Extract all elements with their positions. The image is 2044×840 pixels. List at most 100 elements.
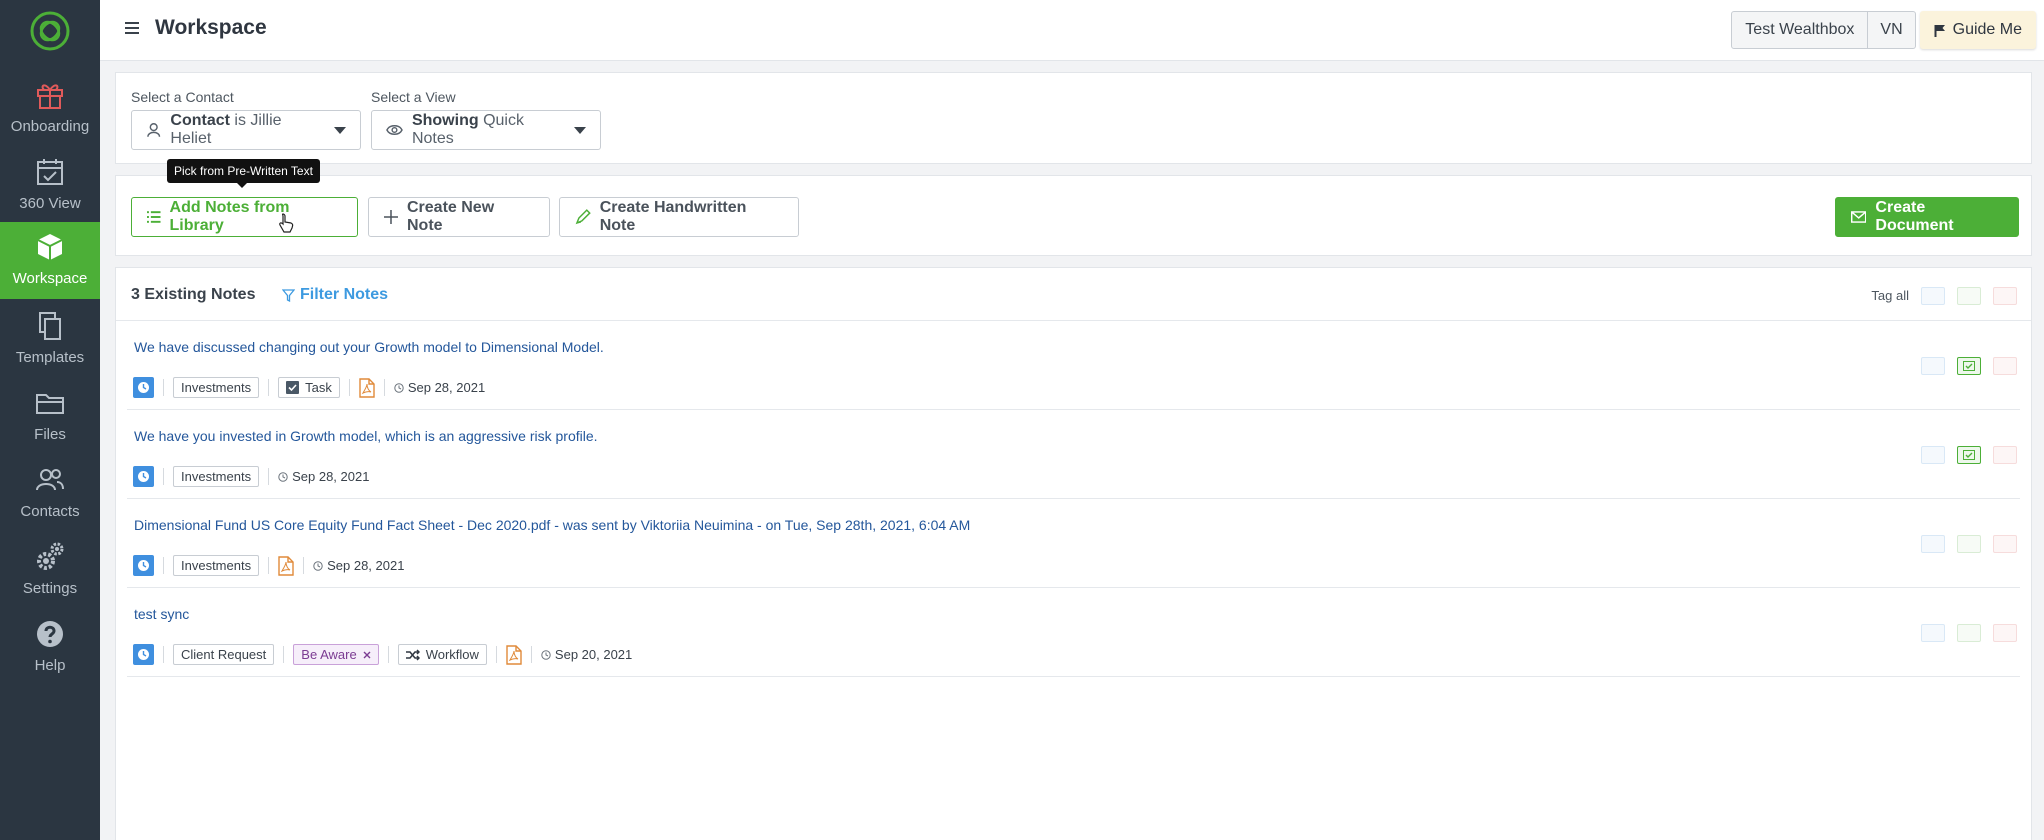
note-red-checkbox[interactable] <box>1993 446 2017 464</box>
pdf-file-icon[interactable] <box>278 555 294 576</box>
chevron-down-icon <box>334 126 346 134</box>
sidebar-item-label: Templates <box>15 349 85 366</box>
note-date: Sep 28, 2021 <box>394 380 485 395</box>
create-document-label: Create Document <box>1875 199 1954 234</box>
chevron-down-icon <box>574 126 586 134</box>
checkbox-checked-icon <box>286 381 300 394</box>
category-tag[interactable]: Investments <box>173 377 260 398</box>
note-title[interactable]: We have discussed changing out your Grow… <box>134 339 604 355</box>
sidebar-item-label: Help <box>34 657 66 674</box>
user-icon <box>147 123 161 137</box>
note-row[interactable]: We have you invested in Growth model, wh… <box>116 410 2031 499</box>
note-green-checkbox-checked[interactable] <box>1957 357 1981 375</box>
tag-all-blue-checkbox[interactable] <box>1921 287 1945 305</box>
note-blue-checkbox[interactable] <box>1921 357 1945 375</box>
sidebar-item-label: Contacts <box>20 503 80 520</box>
task-label: Task <box>305 380 332 395</box>
actions-panel: Add Notes from Library Create New Note C… <box>115 175 2032 256</box>
tag-all-green-checkbox[interactable] <box>1957 287 1981 305</box>
contact-select[interactable]: Contact is Jillie Heliet <box>131 110 361 150</box>
clock-icon <box>133 466 154 487</box>
add-notes-from-library-button[interactable]: Add Notes from Library <box>131 197 358 237</box>
note-red-checkbox[interactable] <box>1993 624 2017 642</box>
notes-panel: 3 Existing Notes Filter Notes Tag all We… <box>115 267 2032 840</box>
view-select-prefix: Showing <box>411 112 479 129</box>
note-title[interactable]: Dimensional Fund US Core Equity Fund Fac… <box>134 517 970 533</box>
gift-icon <box>33 78 67 112</box>
note-title[interactable]: test sync <box>134 606 189 622</box>
clock-small-icon <box>278 471 288 482</box>
note-green-checkbox-checked[interactable] <box>1957 446 1981 464</box>
notes-count: 3 Existing Notes <box>131 286 256 303</box>
note-blue-checkbox[interactable] <box>1921 446 1945 464</box>
contact-select-prefix: Contact <box>170 112 230 129</box>
eye-icon <box>386 125 403 135</box>
copy-icon <box>33 309 67 343</box>
view-select-label: Select a View <box>371 89 456 105</box>
note-date: Sep 28, 2021 <box>313 558 404 573</box>
note-row[interactable]: test sync Client Request Be Aware Workfl… <box>116 588 2031 677</box>
filter-notes-button[interactable]: Filter Notes <box>282 286 388 304</box>
clock-icon <box>133 555 154 576</box>
category-tag[interactable]: Investments <box>173 555 260 576</box>
pdf-file-icon[interactable] <box>359 377 375 398</box>
note-green-checkbox[interactable] <box>1957 624 1981 642</box>
sidebar-item-360-view[interactable]: 360 View <box>0 147 100 224</box>
pen-icon <box>575 209 591 225</box>
create-handwritten-note-label: Create Handwritten Note <box>599 199 747 234</box>
guide-me-button[interactable]: Guide Me <box>1919 11 2036 49</box>
sidebar-item-help[interactable]: Help <box>0 609 100 686</box>
menu-icon[interactable] <box>124 20 140 36</box>
note-title[interactable]: We have you invested in Growth model, wh… <box>134 428 598 444</box>
filter-panel: Select a Contact Contact is Jillie Helie… <box>115 72 2032 164</box>
create-new-note-label: Create New Note <box>406 199 495 234</box>
note-date: Sep 28, 2021 <box>278 469 369 484</box>
create-handwritten-note-button[interactable]: Create Handwritten Note <box>559 197 799 237</box>
clock-small-icon <box>394 382 404 393</box>
close-icon[interactable] <box>363 651 371 659</box>
shuffle-icon <box>405 648 420 661</box>
sidebar: Onboarding 360 View Workspace Templates … <box>0 0 100 840</box>
create-new-note-button[interactable]: Create New Note <box>368 197 550 237</box>
flag-icon <box>1934 24 1945 37</box>
note-blue-checkbox[interactable] <box>1921 624 1945 642</box>
clock-icon <box>133 377 154 398</box>
mouse-cursor-icon <box>279 213 294 233</box>
crm-account-button[interactable]: Test Wealthbox <box>1731 11 1869 49</box>
list-icon <box>147 211 161 223</box>
app-logo[interactable] <box>29 10 71 52</box>
pdf-file-icon[interactable] <box>506 644 522 665</box>
sidebar-item-contacts[interactable]: Contacts <box>0 455 100 532</box>
add-notes-from-library-label: Add Notes from Library <box>169 199 290 234</box>
clock-icon <box>133 644 154 665</box>
calendar-icon <box>33 155 67 189</box>
tag-all-label: Tag all <box>1871 288 1909 303</box>
user-initials-button[interactable]: VN <box>1868 11 1916 49</box>
sidebar-item-label: Settings <box>22 580 78 597</box>
filter-notes-label: Filter Notes <box>300 286 389 303</box>
category-tag[interactable]: Client Request <box>173 644 275 665</box>
note-green-checkbox[interactable] <box>1957 535 1981 553</box>
create-document-button[interactable]: Create Document <box>1835 197 2019 237</box>
tag-all-red-checkbox[interactable] <box>1993 287 2017 305</box>
sidebar-item-settings[interactable]: Settings <box>0 532 100 609</box>
sidebar-item-workspace[interactable]: Workspace <box>0 222 100 299</box>
note-blue-checkbox[interactable] <box>1921 535 1945 553</box>
sidebar-item-templates[interactable]: Templates <box>0 301 100 378</box>
page-title: Workspace <box>155 16 267 39</box>
note-date: Sep 20, 2021 <box>541 647 632 662</box>
category-tag[interactable]: Investments <box>173 466 260 487</box>
plus-icon <box>384 210 398 224</box>
note-red-checkbox[interactable] <box>1993 535 2017 553</box>
note-row[interactable]: Dimensional Fund US Core Equity Fund Fac… <box>116 499 2031 588</box>
sidebar-item-onboarding[interactable]: Onboarding <box>0 70 100 147</box>
task-tag[interactable]: Task <box>278 377 340 398</box>
sidebar-item-files[interactable]: Files <box>0 378 100 455</box>
note-row[interactable]: We have discussed changing out your Grow… <box>116 321 2031 410</box>
clock-small-icon <box>313 560 323 571</box>
workflow-tag[interactable]: Workflow <box>397 644 487 665</box>
tooltip: Pick from Pre-Written Text <box>167 159 320 188</box>
be-aware-tag[interactable]: Be Aware <box>293 644 379 665</box>
view-select[interactable]: Showing Quick Notes <box>371 110 601 150</box>
note-red-checkbox[interactable] <box>1993 357 2017 375</box>
